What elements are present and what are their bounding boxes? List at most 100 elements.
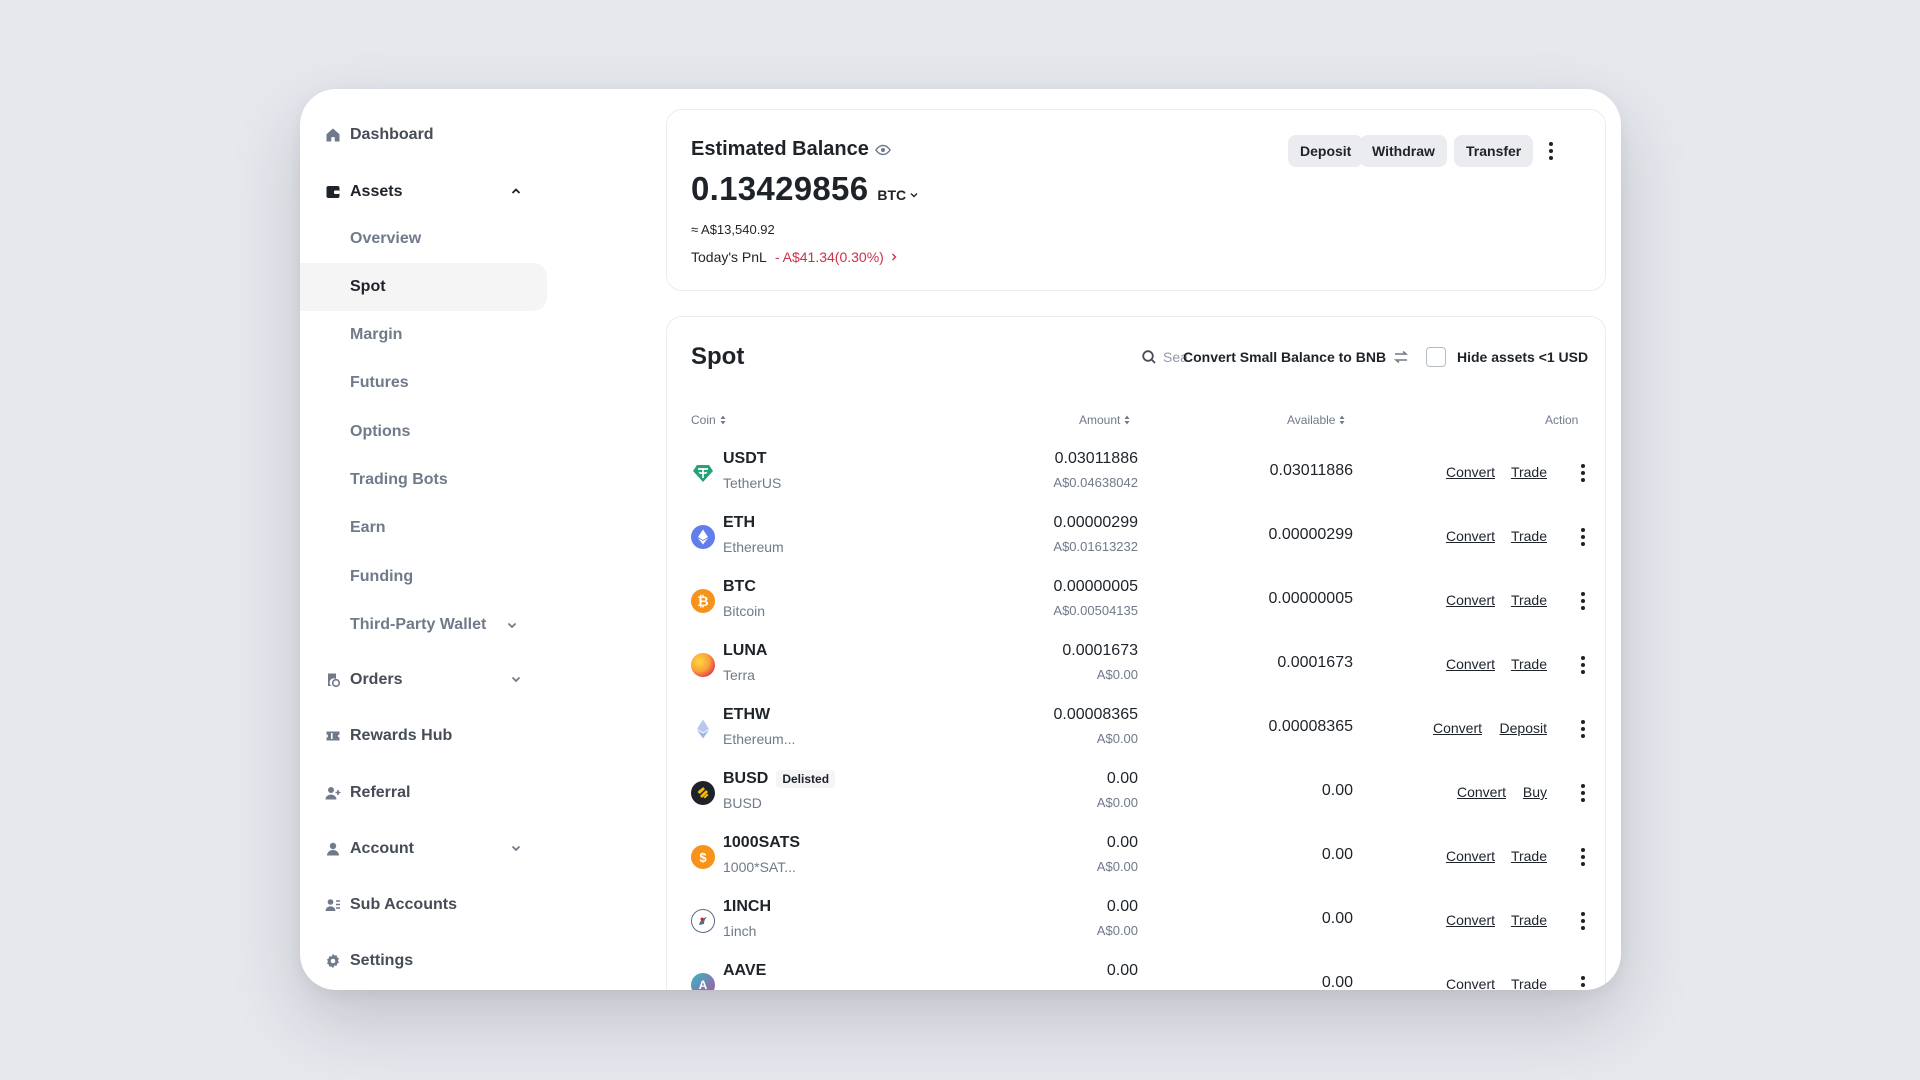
convert-link[interactable]: Convert bbox=[1446, 592, 1495, 608]
column-header-label: Amount bbox=[1079, 413, 1121, 427]
sidebar-item-label: Futures bbox=[350, 374, 409, 391]
row-more-options-button[interactable] bbox=[1573, 463, 1593, 483]
aave-coin-icon: A bbox=[691, 973, 715, 990]
balance-fiat-value: ≈ A$13,540.92 bbox=[691, 222, 775, 237]
sidebar-subitem-options[interactable]: Options bbox=[300, 408, 547, 456]
trade-link[interactable]: Trade bbox=[1511, 976, 1547, 990]
trade-link[interactable]: Trade bbox=[1511, 592, 1547, 608]
convert-link[interactable]: Convert bbox=[1446, 528, 1495, 544]
row-more-options-button[interactable] bbox=[1573, 783, 1593, 803]
sidebar-item-label: Settings bbox=[350, 952, 414, 969]
convert-link[interactable]: Convert bbox=[1446, 464, 1495, 480]
row-more-options-button[interactable] bbox=[1573, 591, 1593, 611]
sidebar-subitem-margin[interactable]: Margin bbox=[300, 311, 547, 359]
sidebar-item-label: Margin bbox=[350, 326, 403, 343]
coin-amount-fiat: A$0.04638042 bbox=[1053, 475, 1138, 490]
sidebar-subitem-funding[interactable]: Funding bbox=[300, 553, 547, 601]
table-row: $ 1000SATS 1000*SAT... 0.00 A$0.00 0.00 … bbox=[667, 825, 1607, 889]
coin-amount: 0.00008365 bbox=[1053, 706, 1138, 723]
table-row: ₿ BTC Bitcoin 0.00000005 A$0.00504135 0.… bbox=[667, 569, 1607, 633]
coin-available: 0.00 bbox=[1321, 782, 1353, 799]
coin-name: 1000*SAT... bbox=[723, 859, 796, 875]
sidebar-subitem-trading-bots[interactable]: Trading Bots bbox=[300, 456, 547, 504]
pnl-value: - A$41.34(0.30%) bbox=[774, 249, 884, 265]
users-icon bbox=[324, 896, 342, 914]
sidebar-item-rewards-hub[interactable]: Rewards Hub bbox=[324, 712, 529, 760]
todays-pnl[interactable]: Today's PnL - A$41.34(0.30%) bbox=[691, 249, 898, 265]
coin-symbol: 1INCH bbox=[723, 898, 772, 915]
sidebar-subitem-spot[interactable]: Spot bbox=[300, 263, 547, 311]
usdt-coin-icon bbox=[691, 461, 715, 485]
coin-amount: 0.00 bbox=[1106, 770, 1138, 787]
row-more-options-button[interactable] bbox=[1573, 911, 1593, 931]
chevron-down-icon bbox=[507, 622, 517, 629]
coin-symbol: USDT bbox=[723, 450, 767, 467]
sidebar-subitem-overview[interactable]: Overview bbox=[300, 215, 547, 263]
sidebar-subitem-futures[interactable]: Futures bbox=[300, 359, 547, 407]
trade-link[interactable]: Trade bbox=[1511, 656, 1547, 672]
buy-link[interactable]: Buy bbox=[1523, 784, 1547, 800]
row-more-options-button[interactable] bbox=[1573, 719, 1593, 739]
sidebar-item-dashboard[interactable]: Dashboard bbox=[324, 111, 529, 159]
balance-unit-selector[interactable]: BTC bbox=[877, 187, 919, 203]
coin-amount: 0.00000005 bbox=[1053, 578, 1138, 595]
row-more-options-button[interactable] bbox=[1573, 975, 1593, 990]
column-header-available[interactable]: Available bbox=[1287, 413, 1345, 427]
trade-link[interactable]: Trade bbox=[1511, 528, 1547, 544]
row-more-options-button[interactable] bbox=[1573, 655, 1593, 675]
sidebar-item-label: Sub Accounts bbox=[350, 896, 457, 913]
sidebar-item-label: Assets bbox=[350, 183, 403, 200]
withdraw-button[interactable]: Withdraw bbox=[1360, 135, 1447, 167]
column-header-amount[interactable]: Amount bbox=[1079, 413, 1130, 427]
coin-name: BUSD bbox=[723, 795, 762, 811]
sidebar-item-orders[interactable]: Orders bbox=[324, 656, 529, 704]
search-input[interactable]: Sea bbox=[1141, 349, 1188, 365]
deposit-button[interactable]: Deposit bbox=[1288, 135, 1364, 167]
trade-link[interactable]: Trade bbox=[1511, 912, 1547, 928]
convert-link[interactable]: Convert bbox=[1446, 976, 1495, 990]
eye-icon[interactable] bbox=[875, 142, 891, 158]
sidebar-item-sub-accounts[interactable]: Sub Accounts bbox=[324, 881, 529, 929]
coin-amount-fiat: A$0.00 bbox=[1096, 859, 1138, 874]
gear-icon bbox=[324, 952, 342, 970]
column-header-coin[interactable]: Coin bbox=[691, 413, 726, 427]
sidebar-item-settings[interactable]: Settings bbox=[324, 937, 529, 985]
coin-symbol: AAVE bbox=[723, 962, 767, 979]
convert-small-balance-button[interactable]: Convert Small Balance to BNB bbox=[1183, 349, 1409, 365]
convert-link[interactable]: Convert bbox=[1457, 784, 1506, 800]
sidebar-item-label: Dashboard bbox=[350, 126, 434, 143]
chevron-up-icon bbox=[511, 188, 521, 194]
home-icon bbox=[324, 126, 342, 144]
coin-amount-fiat: A$0.00 bbox=[1096, 923, 1138, 938]
deposit-link[interactable]: Deposit bbox=[1500, 720, 1547, 736]
convert-link[interactable]: Convert bbox=[1446, 656, 1495, 672]
sidebar-item-label: Referral bbox=[350, 784, 411, 801]
sidebar-item-referral[interactable]: Referral bbox=[324, 769, 529, 817]
trade-link[interactable]: Trade bbox=[1511, 464, 1547, 480]
user-icon bbox=[324, 840, 342, 858]
hide-small-assets-checkbox[interactable]: Hide assets <1 USD bbox=[1426, 347, 1588, 367]
sidebar-item-assets[interactable]: Assets bbox=[324, 168, 529, 216]
coin-name: Ethereum bbox=[723, 539, 784, 555]
convert-link[interactable]: Convert bbox=[1446, 848, 1495, 864]
sidebar-item-label: Overview bbox=[350, 230, 422, 247]
more-options-button[interactable] bbox=[1541, 141, 1561, 161]
wallet-icon bbox=[324, 183, 342, 201]
coin-amount: 0.00000299 bbox=[1053, 514, 1138, 531]
convert-link[interactable]: Convert bbox=[1433, 720, 1482, 736]
coin-amount: 0.00 bbox=[1106, 962, 1138, 979]
convert-link[interactable]: Convert bbox=[1446, 912, 1495, 928]
sidebar-subitem-third-party-wallet[interactable]: Third-Party Wallet bbox=[300, 601, 547, 649]
coin-available: 0.03011886 bbox=[1269, 462, 1353, 479]
sidebar-item-account[interactable]: Account bbox=[324, 825, 529, 873]
chevron-down-icon bbox=[511, 676, 521, 683]
chevron-down-icon bbox=[910, 193, 918, 198]
row-more-options-button[interactable] bbox=[1573, 527, 1593, 547]
trade-link[interactable]: Trade bbox=[1511, 848, 1547, 864]
coin-amount-fiat: A$0.00 bbox=[1096, 667, 1138, 682]
row-more-options-button[interactable] bbox=[1573, 847, 1593, 867]
coin-amount: 0.00 bbox=[1106, 834, 1138, 851]
sidebar-subitem-earn[interactable]: Earn bbox=[300, 504, 547, 552]
transfer-button[interactable]: Transfer bbox=[1454, 135, 1534, 167]
coin-available: 0.00 bbox=[1321, 910, 1353, 927]
